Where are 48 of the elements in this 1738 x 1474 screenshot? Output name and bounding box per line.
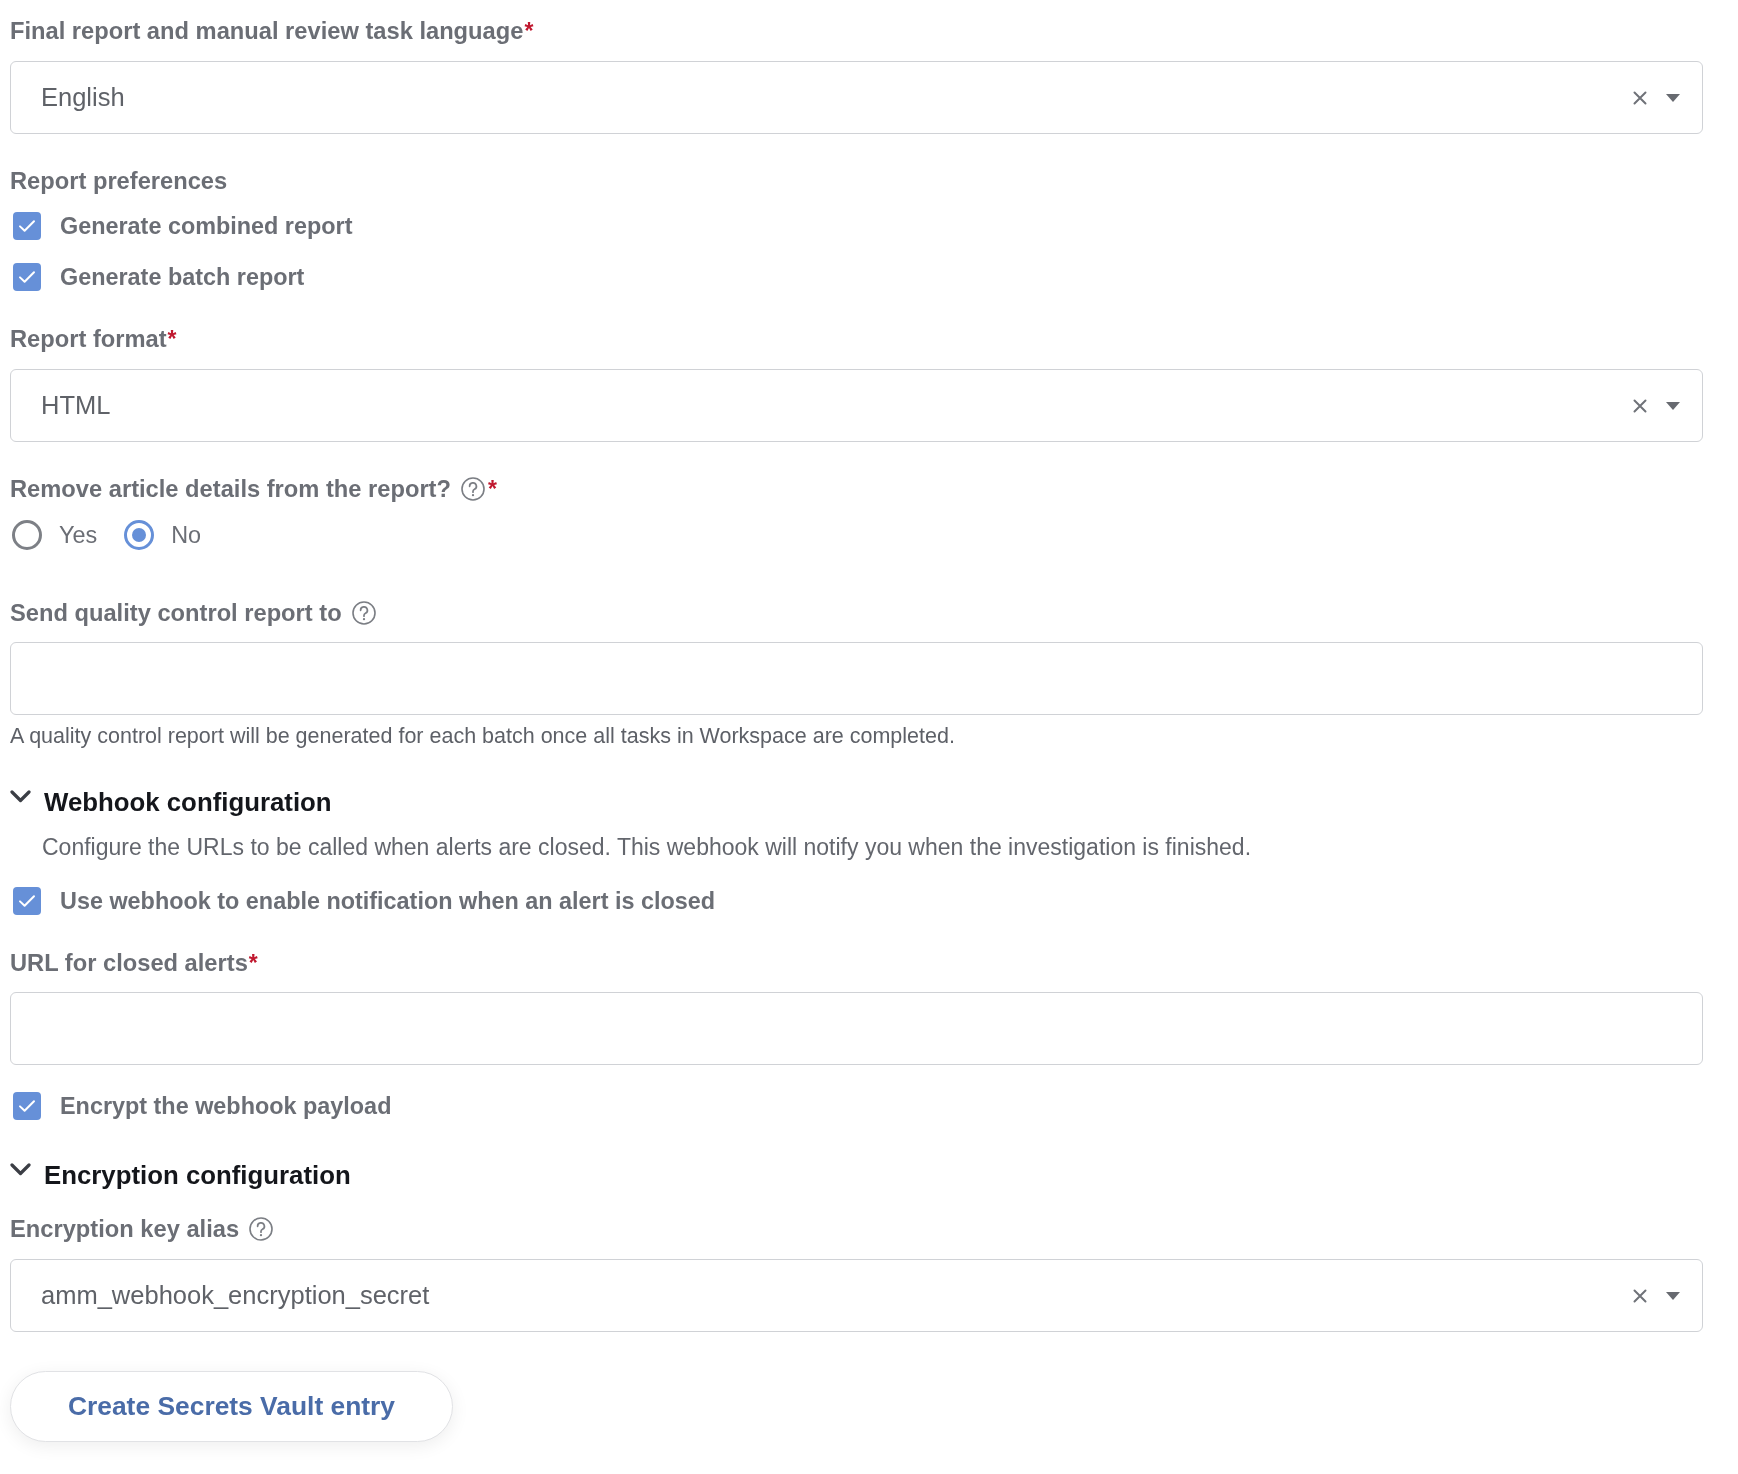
caret-icon[interactable] — [1666, 1291, 1680, 1300]
required-marker: * — [524, 17, 534, 45]
dropdown[interactable]: HTML — [10, 369, 1703, 442]
create-entry-button[interactable]: Create Secrets Vault entry — [10, 1371, 453, 1442]
dropdown[interactable]: amm_webhook_encryption_secret — [10, 1259, 1703, 1332]
checkmark-icon — [18, 270, 36, 284]
field-label: Report preferences — [10, 167, 228, 195]
checkmark-icon — [18, 219, 36, 233]
clear-icon[interactable] — [1633, 90, 1647, 105]
field-label: URL for closed alerts — [10, 949, 248, 977]
field-label: Encryption key alias — [10, 1215, 240, 1243]
section-description: Configure the URLs to be called when alerts are closed. This webhook will notify you when the investigation is finished. — [42, 834, 1253, 860]
checkbox-label[interactable]: Generate batch report — [60, 263, 305, 291]
help-icon[interactable] — [461, 477, 485, 501]
caret-icon[interactable] — [1666, 93, 1680, 102]
field-label: Report format — [10, 325, 167, 353]
required-marker: * — [167, 325, 177, 353]
checkbox[interactable] — [13, 263, 41, 291]
checkbox[interactable] — [13, 212, 41, 240]
radio-button[interactable] — [124, 520, 155, 550]
section-title: Encryption configuration — [44, 1160, 351, 1190]
help-icon[interactable] — [351, 601, 376, 625]
radio-label[interactable]: No — [171, 521, 202, 549]
required-marker: * — [488, 475, 497, 503]
hint-text: A quality control report will be generated for each batch once all tasks in Workspace are completed. — [10, 724, 956, 749]
field-label: Send quality control report to — [10, 599, 342, 627]
help-icon[interactable] — [249, 1217, 274, 1241]
clear-icon[interactable] — [1633, 398, 1647, 413]
caret-icon[interactable] — [1666, 401, 1680, 410]
clear-icon[interactable] — [1633, 1288, 1647, 1303]
checkbox-label[interactable]: Use webhook to enable notification when an alert is closed — [60, 887, 716, 915]
field-label: Remove article details from the report? — [10, 475, 451, 503]
checkbox-label[interactable]: Encrypt the webhook payload — [60, 1092, 392, 1120]
input-field[interactable] — [10, 642, 1703, 715]
checkbox[interactable] — [13, 887, 41, 915]
chevron-icon[interactable] — [10, 1162, 31, 1176]
dropdown[interactable]: English — [10, 61, 1703, 134]
input-field[interactable] — [10, 992, 1703, 1065]
section-title: Webhook configuration — [44, 787, 332, 817]
chevron-icon[interactable] — [10, 789, 31, 803]
checkbox[interactable] — [13, 1092, 41, 1120]
radio-label[interactable]: Yes — [59, 521, 98, 549]
checkmark-icon — [18, 1099, 36, 1113]
checkbox-label[interactable]: Generate combined report — [60, 212, 353, 240]
radio-button[interactable] — [12, 520, 42, 550]
required-marker: * — [248, 949, 258, 977]
checkmark-icon — [18, 894, 36, 908]
field-label: Final report and manual review task language — [10, 17, 524, 45]
